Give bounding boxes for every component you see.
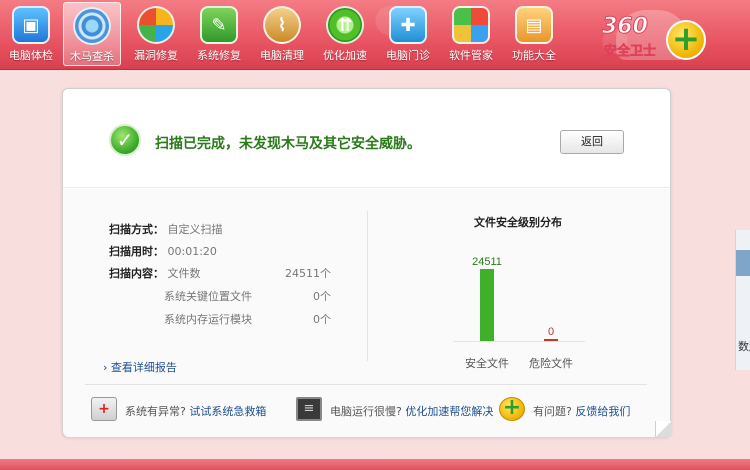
result-body: 扫描方式： 自定义扫描 扫描用时： 00:01:20 扫描内容： 文件数 245… xyxy=(63,189,670,437)
brand-plus-icon: + xyxy=(666,20,706,60)
scan-mode-row: 扫描方式： 自定义扫描 xyxy=(109,221,223,237)
scan-mode-label: 扫描方式： xyxy=(109,223,164,236)
background-window-text: 数起 xyxy=(738,340,750,353)
toolbox-icon: ▤ xyxy=(515,6,553,44)
speed-up-link[interactable]: 优化加速帮您解决 xyxy=(405,405,493,418)
tool-label: 优化加速 xyxy=(323,49,367,62)
result-header: ✓ 扫描已完成，未发现木马及其它安全威胁。 返回 xyxy=(63,89,670,188)
tool-trojan-scan[interactable]: 木马查杀 xyxy=(63,2,121,66)
scan-time-row: 扫描用时： 00:01:20 xyxy=(109,243,217,259)
content-item-name: 文件数 xyxy=(167,267,201,280)
scan-time-label: 扫描用时： xyxy=(109,245,164,258)
chart-value-label: 24511 xyxy=(472,256,502,268)
software-icon xyxy=(452,6,490,44)
tool-label: 功能大全 xyxy=(512,49,556,62)
result-headline: 扫描已完成，未发现木马及其它安全威胁。 xyxy=(155,136,421,152)
tool-software-manager[interactable]: 软件管家 xyxy=(442,2,500,66)
chart-value-label: 0 xyxy=(548,326,554,338)
tool-label: 电脑体检 xyxy=(9,49,53,62)
tool-speed-up[interactable]: ⇈ 优化加速 xyxy=(316,2,374,66)
chart-bar xyxy=(480,269,494,341)
tool-patch-repair[interactable]: 漏洞修复 xyxy=(127,2,185,66)
tool-label: 电脑清理 xyxy=(260,49,304,62)
view-detailed-report-link[interactable]: › 查看详细报告 xyxy=(103,359,177,375)
speedup-icon: ⇈ xyxy=(326,6,364,44)
content-item-count: 24511个 xyxy=(285,267,331,280)
page-curl xyxy=(655,421,671,437)
brand-name: 360 xyxy=(602,14,649,40)
clinic-icon: ✚ xyxy=(389,6,427,44)
trojan-shield-icon xyxy=(73,7,111,45)
tool-computer-clean[interactable]: ⌇ 电脑清理 xyxy=(253,2,311,66)
file-safety-chart: 24511 安全文件 0 危险文件 xyxy=(453,256,585,369)
chart-bar xyxy=(544,339,558,341)
broom-icon: ⌇ xyxy=(263,6,301,44)
chart-title: 文件安全级别分布 xyxy=(474,216,562,229)
tool-label: 木马查杀 xyxy=(70,50,114,63)
scan-mode-value: 自定义扫描 xyxy=(167,223,223,236)
bottom-strip xyxy=(0,459,750,470)
scan-content-label: 扫描内容： xyxy=(109,267,164,280)
content-item-name: 系统关键位置文件 xyxy=(164,290,252,303)
detail-link-text: 查看详细报告 xyxy=(110,361,177,374)
scan-time-value: 00:01:20 xyxy=(167,245,217,258)
background-window-edge: 数起 xyxy=(735,230,750,370)
chart-category-label: 安全文件 xyxy=(465,356,509,369)
main-toolbar: ▣ 电脑体检 木马查杀 漏洞修复 ✎ 系统修复 ⌇ 电脑清理 ⇈ 优化加速 ✚ … xyxy=(0,0,750,70)
footer-question: 系统有异常? xyxy=(125,405,186,418)
first-aid-kit-icon xyxy=(91,397,117,421)
content-item-count: 0个 xyxy=(313,290,331,303)
background-window-bar xyxy=(736,250,750,276)
terminal-icon xyxy=(296,397,322,421)
back-button[interactable]: 返回 xyxy=(560,130,624,154)
footer-question: 电脑运行很慢? xyxy=(330,405,402,418)
tool-label: 系统修复 xyxy=(197,49,241,62)
tool-all-features[interactable]: ▤ 功能大全 xyxy=(505,2,563,66)
content-item-name: 系统内存运行模块 xyxy=(164,313,252,326)
section-divider xyxy=(367,211,368,361)
tool-label: 电脑门诊 xyxy=(386,49,430,62)
monitor-icon: ▣ xyxy=(12,6,50,44)
patch-icon xyxy=(137,6,175,44)
footer-divider xyxy=(85,384,647,385)
footer-question: 有问题? xyxy=(533,405,572,418)
chart-category-label: 危险文件 xyxy=(529,356,573,369)
brand-logo: 360 安全卫士 + xyxy=(596,2,726,66)
wrench-icon: ✎ xyxy=(200,6,238,44)
tool-label: 漏洞修复 xyxy=(134,49,178,62)
tool-computer-clinic[interactable]: ✚ 电脑门诊 xyxy=(379,2,437,66)
help-plus-icon xyxy=(499,395,525,421)
system-rescue-link[interactable]: 试试系统急救箱 xyxy=(189,405,266,418)
content-item-count: 0个 xyxy=(313,313,331,326)
tool-label: 软件管家 xyxy=(449,49,493,62)
scan-result-panel: ✓ 扫描已完成，未发现木马及其它安全威胁。 返回 扫描方式： 自定义扫描 扫描用… xyxy=(62,88,671,437)
tool-computer-checkup[interactable]: ▣ 电脑体检 xyxy=(2,2,60,66)
tool-system-repair[interactable]: ✎ 系统修复 xyxy=(190,2,248,66)
check-icon: ✓ xyxy=(109,124,141,156)
brand-subtitle: 安全卫士 xyxy=(604,44,657,60)
scan-content-row: 扫描内容： 文件数 xyxy=(109,265,201,281)
feedback-link[interactable]: 反馈给我们 xyxy=(575,405,630,418)
